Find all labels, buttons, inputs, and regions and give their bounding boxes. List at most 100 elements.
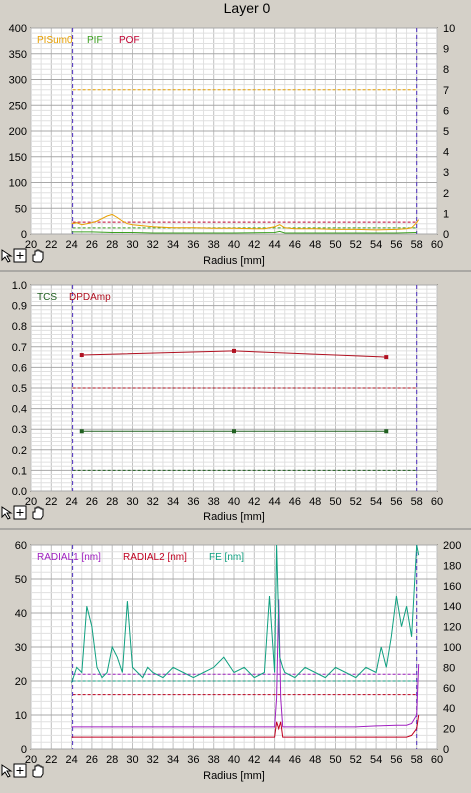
data-point [384,355,389,360]
x-axis-tick-label: 50 [329,496,341,508]
data-point [384,429,389,434]
legend-entry: TCS [37,292,57,303]
y-axis-tick-label-right: 6 [443,105,449,117]
y-axis-tick-label-left: 0.7 [12,342,27,354]
chart-toolbar [1,248,44,263]
x-axis-tick-label: 26 [86,496,98,508]
x-axis-tick-label: 34 [167,239,179,251]
y-axis-tick-label-right: 0 [443,744,449,756]
data-point [79,429,84,434]
pointer-icon[interactable] [1,506,13,520]
y-axis-tick-label-right: 40 [443,703,455,715]
y-axis-tick-label-right: 8 [443,64,449,76]
chart-toolbar [1,763,44,778]
x-axis-label: Radius [mm] [203,511,265,523]
y-axis-tick-label-left: 40 [15,608,27,620]
x-axis-tick-label: 42 [248,239,260,251]
x-axis-tick-label: 48 [309,496,321,508]
x-axis-tick-label: 20 [25,496,37,508]
x-axis-tick-label: 46 [289,239,301,251]
x-axis-tick-label: 56 [390,754,402,766]
y-axis-tick-label-left: 0.5 [12,383,27,395]
x-axis-tick-label: 60 [431,754,443,766]
x-axis-tick-label: 44 [268,754,280,766]
y-axis-tick-label-left: 200 [9,126,27,138]
x-axis-tick-label: 52 [350,496,362,508]
y-axis-tick-label-right: 20 [443,724,455,736]
y-axis-tick-label-left: 150 [9,152,27,164]
pointer-icon[interactable] [1,249,13,263]
x-axis-tick-label: 26 [86,239,98,251]
x-axis-tick-label: 42 [248,496,260,508]
x-axis-tick-label: 36 [187,754,199,766]
x-axis-tick-label: 24 [65,496,77,508]
x-axis-tick-label: 60 [431,496,443,508]
charts-canvas: Layer 0 05010015020025030035040001234567… [0,0,471,782]
y-axis-tick-label-right: 180 [443,560,461,572]
data-point [79,353,84,358]
y-axis-tick-label-left: 30 [15,642,27,654]
x-axis-tick-label: 40 [228,496,240,508]
data-point [232,429,236,434]
zoom-icon[interactable] [13,248,27,263]
y-axis-tick-label-right: 7 [443,85,449,97]
y-axis-tick-label-left: 250 [9,100,27,112]
y-axis-tick-label-right: 140 [443,601,461,613]
x-axis-tick-label: 38 [208,496,220,508]
x-axis-tick-label: 22 [45,754,57,766]
y-axis-tick-label-right: 3 [443,167,449,179]
y-axis-tick-label-left: 300 [9,75,27,87]
x-axis-tick-label: 40 [228,239,240,251]
data-point [232,348,236,353]
chart-panel: 05010015020025030035040001234567891020 22… [1,23,455,267]
x-axis-tick-label: 42 [248,754,260,766]
y-axis-tick-label-right: 0 [443,229,449,241]
x-axis-tick-label: 58 [411,754,423,766]
x-axis-tick-label: 32 [147,496,159,508]
x-axis-tick-label: 60 [431,239,443,251]
x-axis-tick-label: 48 [309,754,321,766]
hand-icon[interactable] [32,506,44,520]
y-axis-tick-label-right: 10 [443,23,455,35]
y-axis-tick-label-left: 0.2 [12,445,27,457]
y-axis-tick-label-right: 5 [443,126,449,138]
y-axis-tick-label-left: 50 [15,203,27,215]
x-axis-tick-label: 28 [106,496,118,508]
x-axis-tick-label: 36 [187,239,199,251]
x-axis-tick-label: 30 [126,496,138,508]
legend-entry: PISum0 [37,35,73,46]
grid [30,544,438,750]
x-axis-tick-label: 20 [25,239,37,251]
y-axis-tick-label-right: 9 [443,44,449,56]
x-axis-tick-label: 54 [370,239,382,251]
y-axis-tick-label-left: 0.6 [12,362,27,374]
y-axis-tick-label-left: 100 [9,178,27,190]
y-axis-tick-label-right: 120 [443,622,461,634]
x-axis-tick-label: 46 [289,754,301,766]
zoom-icon[interactable] [13,763,27,778]
y-axis-tick-label-left: 10 [15,710,27,722]
x-axis-tick-label: 32 [147,754,159,766]
legend-entry: RADIAL1 [nm] [37,552,101,563]
y-axis-tick-label-left: 0.4 [12,404,27,416]
y-axis-tick-label-right: 160 [443,581,461,593]
x-axis-tick-label: 22 [45,496,57,508]
chart-window-title: Layer 0 [224,0,271,16]
y-axis-tick-label-right: 100 [443,642,461,654]
x-axis-tick-label: 38 [208,239,220,251]
chart-toolbar [1,505,44,520]
hand-icon-shape [32,764,44,778]
x-axis-tick-label: 22 [45,239,57,251]
y-axis-tick-label-left: 60 [15,540,27,552]
pointer-icon[interactable] [1,764,13,778]
chart-panel: 0.00.10.20.30.40.50.60.70.80.91.020 22 24 2… [0,270,471,523]
hand-icon[interactable] [32,764,44,778]
y-axis-tick-label-left: 400 [9,23,27,35]
hand-icon[interactable] [32,249,44,263]
hand-icon-shape [32,506,44,520]
x-axis-label: Radius [mm] [203,255,265,267]
y-axis-tick-label-left: 50 [15,574,27,586]
zoom-icon[interactable] [13,505,27,520]
x-axis-tick-label: 56 [390,239,402,251]
x-axis-tick-label: 32 [147,239,159,251]
